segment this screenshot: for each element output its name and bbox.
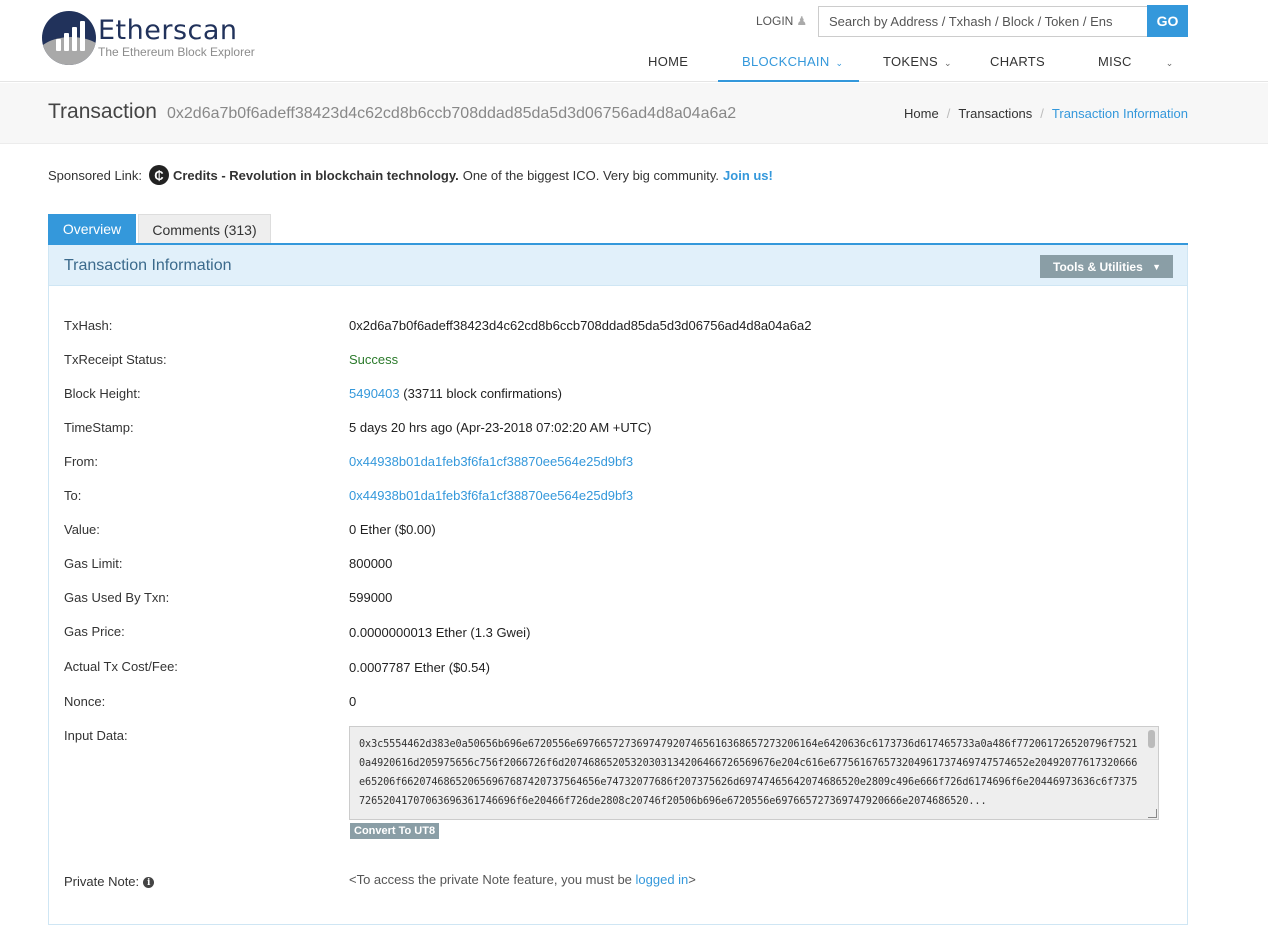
logo-icon [42,11,96,65]
chevron-down-icon: ⌄ [1165,58,1174,68]
nonce-label: Nonce: [64,694,106,709]
gas-price-value: 0.0000000013 Ether (1.3 Gwei) [349,625,531,640]
info-icon[interactable]: i [143,877,155,889]
sponsored-headline: Credits - Revolution in blockchain techn… [172,167,459,183]
value-label: Value: [64,522,100,537]
gas-limit-label: Gas Limit: [64,556,123,571]
textarea-scrollbar[interactable] [1148,730,1155,748]
input-data-textarea[interactable]: 0x3c5554462d383e0a50656b696e6720556e6976… [349,726,1159,820]
search-go-button[interactable]: GO [1147,5,1188,37]
input-data-text: 0x3c5554462d383e0a50656b696e6720556e6976… [359,739,1138,807]
nav-charts[interactable]: CHARTS [990,54,1045,69]
block-height-label: Block Height: [64,386,141,401]
value-value: 0 Ether ($0.00) [349,522,436,537]
to-label: To: [64,488,82,503]
chevron-down-icon: ⌄ [944,58,952,68]
transaction-info-panel: Transaction Information Tools & Utilitie… [48,245,1188,925]
panel-header: Transaction Information Tools & Utilitie… [49,245,1187,286]
private-note-label-wrap: Private Note: i [64,874,155,889]
nav-blockchain-label: BLOCKCHAIN [742,54,830,69]
private-note-suffix: > [688,872,696,887]
convert-to-utf8-button[interactable]: Convert To UT8 [350,823,440,839]
fee-label: Actual Tx Cost/Fee: [64,659,178,674]
sponsored-link-bar: Sponsored Link: ₵ Credits - Revolution i… [48,165,773,185]
block-height-value: 5490403 (33711 block confirmations) [349,386,562,401]
user-icon: ♟ [796,14,808,28]
logged-in-link[interactable]: logged in [636,872,689,887]
credits-coin-icon: ₵ [148,165,169,185]
page-title-bar: Transaction 0x2d6a7b0f6adeff38423d4c62cd… [0,83,1268,144]
breadcrumb-separator: / [1040,106,1044,121]
gas-used-label: Gas Used By Txn: [64,590,170,605]
caret-down-icon: ▼ [1152,261,1161,272]
page-title: Transaction [48,100,157,123]
brand-subtitle: The Ethereum Block Explorer [98,45,255,59]
input-data-label: Input Data: [64,728,128,743]
nav-home[interactable]: HOME [648,54,688,69]
to-address-link[interactable]: 0x44938b01da1feb3f6fa1cf38870ee564e25d9b… [349,488,633,503]
login-label: LOGIN [756,14,794,28]
breadcrumb-current: Transaction Information [1051,106,1188,121]
nav-tokens[interactable]: TOKENS ⌄ [883,54,952,69]
nav-misc-label: MISC [1098,54,1132,69]
block-number-link[interactable]: 5490403 [349,386,400,401]
nav-blockchain[interactable]: BLOCKCHAIN ⌄ [742,54,843,69]
private-note-value: <To access the private Note feature, you… [349,872,696,887]
resize-handle-icon[interactable] [1148,809,1157,818]
nav-charts-label: CHARTS [990,54,1046,69]
block-confirmations: (33711 block confirmations) [399,386,562,401]
txhash-value: 0x2d6a7b0f6adeff38423d4c62cd8b6ccb708dda… [349,318,812,333]
timestamp-label: TimeStamp: [64,420,134,435]
status-label: TxReceipt Status: [64,352,167,367]
from-label: From: [64,454,98,469]
brand-title: Etherscan [98,15,238,46]
breadcrumb-transactions[interactable]: Transactions [958,106,1032,121]
search-input[interactable] [819,7,1147,36]
gas-limit-value: 800000 [349,556,393,571]
from-address-link[interactable]: 0x44938b01da1feb3f6fa1cf38870ee564e25d9b… [349,454,633,469]
chevron-down-icon: ⌄ [835,58,844,68]
tab-comments[interactable]: Comments (313) [138,214,271,244]
tools-utilities-label: Tools & Utilities [1053,259,1143,274]
panel-title: Transaction Information [64,257,232,274]
sponsored-label: Sponsored Link: [48,167,142,183]
gas-price-label: Gas Price: [64,624,125,639]
tab-overview[interactable]: Overview [48,214,136,244]
nav-misc[interactable]: MISC ⌄ [1098,54,1174,69]
nonce-value: 0 [349,694,357,709]
login-link[interactable]: LOGIN ♟ [756,14,807,28]
breadcrumb-separator: / [946,106,951,121]
nav-home-label: HOME [648,54,689,69]
fee-value: 0.0007787 Ether ($0.54) [349,660,490,675]
active-nav-indicator [718,80,859,82]
breadcrumb-home[interactable]: Home [904,106,939,121]
etherscan-logo[interactable]: Etherscan The Ethereum Block Explorer [42,11,255,65]
nav-tokens-label: TOKENS [883,54,939,69]
sponsored-text: One of the biggest ICO. Very big communi… [462,167,720,183]
txhash-label: TxHash: [64,318,113,333]
search-box [818,6,1148,37]
timestamp-value: 5 days 20 hrs ago (Apr-23-2018 07:02:20 … [349,420,652,435]
private-note-prefix: <To access the private Note feature, you… [349,872,636,887]
gas-used-value: 599000 [349,590,393,605]
private-note-label: Private Note: [64,874,140,889]
status-value: Success [349,352,399,367]
breadcrumb: Home / Transactions / Transaction Inform… [904,106,1188,121]
sponsored-join-link[interactable]: Join us! [723,168,773,183]
tools-utilities-button[interactable]: Tools & Utilities ▼ [1040,255,1173,278]
page-title-hash: 0x2d6a7b0f6adeff38423d4c62cd8b6ccb708dda… [167,105,737,122]
site-header: Etherscan The Ethereum Block Explorer LO… [0,0,1268,82]
